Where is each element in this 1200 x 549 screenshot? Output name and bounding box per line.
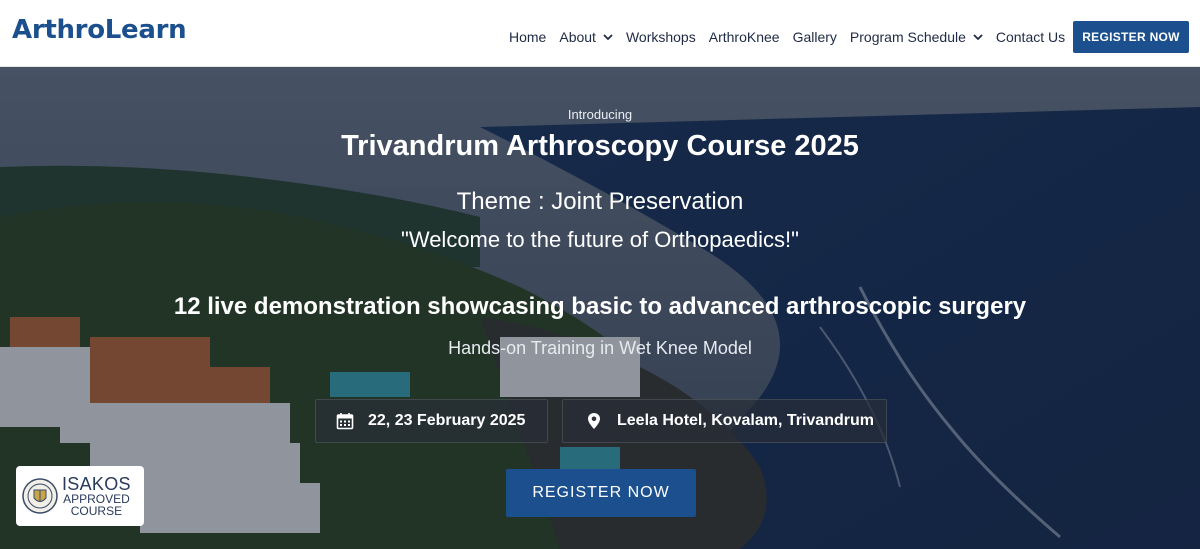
nav-workshops-label: Workshops	[625, 29, 696, 45]
hero-section: Introducing Trivandrum Arthroscopy Cours…	[0, 67, 1200, 549]
nav-gallery-label: Gallery	[792, 29, 837, 45]
location-pin-icon	[588, 413, 600, 429]
badge-line-1: ISAKOS	[62, 474, 131, 494]
nav-contact-us[interactable]: Contact Us	[996, 29, 1065, 45]
nav-arthroknee[interactable]: ArthroKnee	[709, 29, 780, 45]
site-logo[interactable]: ArthroLearn	[12, 15, 187, 45]
nav-home[interactable]: Home	[509, 29, 546, 45]
isakos-badge: ISAKOS APPROVED COURSE	[16, 466, 144, 526]
nav-about[interactable]: About	[559, 29, 613, 45]
hero-welcome: "Welcome to the future of Orthopaedics!"	[401, 227, 799, 252]
hero-handson-text: Hands-on Training in Wet Knee Model	[448, 338, 752, 358]
isakos-seal-icon	[22, 478, 58, 514]
nav-workshops[interactable]: Workshops	[626, 29, 696, 45]
calendar-icon	[336, 413, 354, 430]
header-register-button[interactable]: REGISTER NOW	[1073, 21, 1189, 53]
badge-line-3: COURSE	[70, 504, 123, 518]
nav-home-label: Home	[509, 29, 547, 45]
hero-demo-text: 12 live demonstration showcasing basic t…	[173, 293, 1027, 320]
hero-theme: Theme : Joint Preservation	[456, 188, 744, 215]
nav-program-schedule[interactable]: Program Schedule	[850, 29, 983, 45]
chevron-down-icon	[603, 34, 613, 41]
event-date-box: 22, 23 February 2025	[315, 399, 548, 443]
event-date: 22, 23 February 2025	[368, 412, 526, 429]
hero-register-button[interactable]: REGISTER NOW	[506, 469, 696, 517]
badge-text: ISAKOS APPROVED COURSE	[62, 475, 131, 517]
hero-title: Trivandrum Arthroscopy Course 2025	[341, 130, 859, 162]
nav-contact-us-label: Contact Us	[995, 29, 1066, 45]
hero-intro: Introducing	[567, 107, 633, 122]
nav-gallery[interactable]: Gallery	[793, 29, 837, 45]
event-venue-box: Leela Hotel, Kovalam, Trivandrum	[562, 399, 887, 443]
event-venue: Leela Hotel, Kovalam, Trivandrum	[617, 412, 874, 429]
main-nav: Home About Workshops ArthroKnee Gallery …	[509, 27, 1078, 47]
nav-arthroknee-label: ArthroKnee	[708, 29, 780, 45]
nav-about-label: About	[559, 29, 596, 45]
site-header: ArthroLearn Home About Workshops ArthroK…	[0, 0, 1200, 67]
nav-program-schedule-label: Program Schedule	[849, 29, 966, 45]
chevron-down-icon	[973, 34, 983, 41]
